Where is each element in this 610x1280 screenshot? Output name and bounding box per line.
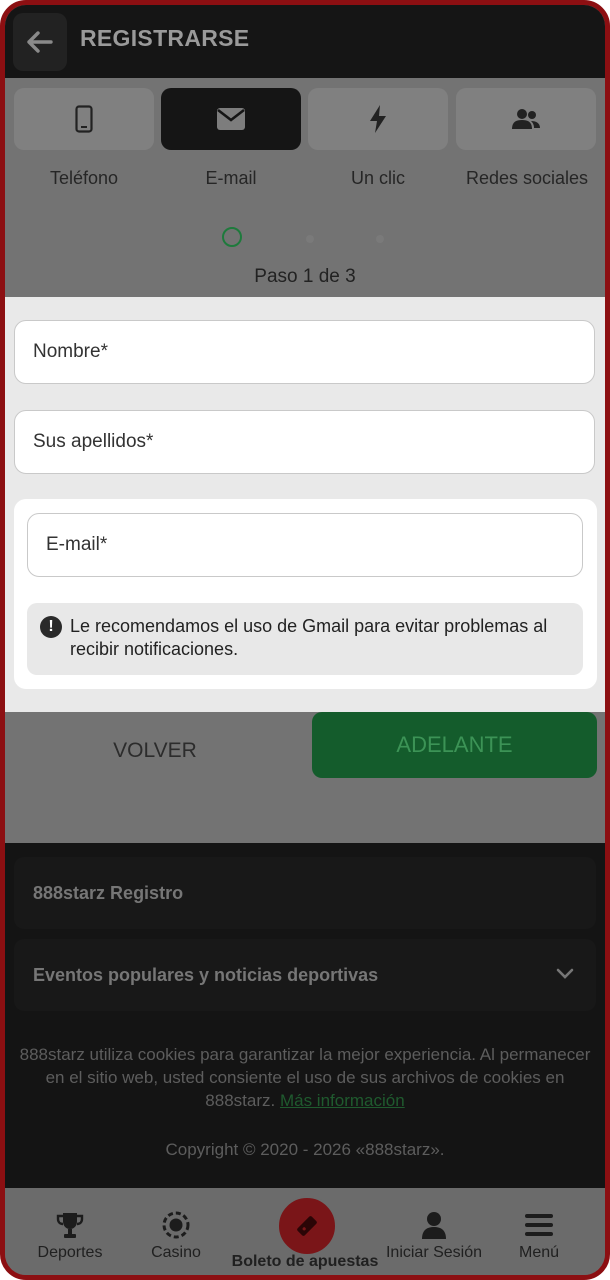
casino-chip-icon [162,1211,190,1239]
nav-casino[interactable]: Casino [141,1188,211,1268]
step-indicator-3 [376,235,384,243]
tab-social[interactable] [456,88,596,150]
page-title: REGISTRARSE [80,25,250,51]
nav-login-label: Iniciar Sesión [385,1244,483,1261]
hamburger-menu-icon [525,1214,553,1236]
last-name-input[interactable] [15,411,594,473]
nav-casino-label: Casino [151,1244,201,1261]
phone-icon [75,105,93,133]
form-buttons-area: VOLVER ADELANTE [5,712,605,843]
registration-form: ! Le recomendamos el uso de Gmail para e… [5,297,605,712]
arrow-left-icon [27,31,53,53]
nav-sports[interactable]: Deportes [27,1188,113,1268]
betslip-button[interactable] [277,1196,337,1256]
chevron-down-icon [556,968,574,979]
nav-sports-label: Deportes [37,1244,103,1261]
adelante-button[interactable]: ADELANTE [312,712,597,778]
volver-button[interactable]: VOLVER [5,712,305,790]
first-name-input[interactable] [15,321,594,383]
first-name-field [14,320,595,384]
more-info-link[interactable]: Más información [280,1091,405,1110]
registro-title: 888starz Registro [33,883,184,903]
trophy-icon [56,1213,84,1238]
user-icon [422,1212,446,1239]
bottom-nav: Deportes Casino Boleto de apuestas Inici… [5,1188,605,1275]
nav-menu-label: Menú [518,1244,560,1261]
ticket-icon [297,1216,317,1236]
phone-frame: REGISTRARSE Teléfono E-mail Un clic Rede… [0,0,610,1280]
registro-section[interactable]: 888starz Registro [14,857,596,929]
step-label: Paso 1 de 3 [254,266,356,287]
header: REGISTRARSE [5,5,605,78]
events-title: Eventos populares y noticias deportivas [33,965,379,985]
email-field [27,513,583,577]
users-icon [512,109,540,129]
nav-betslip-label: Boleto de apuestas [231,1253,379,1270]
tab-label-one-click: Un clic [350,168,405,188]
tab-email[interactable] [161,88,301,150]
gmail-notice-text: Le recomendamos el uso de Gmail para evi… [70,616,548,659]
email-card: ! Le recomendamos el uso de Gmail para e… [14,499,597,689]
tab-label-phone: Teléfono [49,168,119,188]
tab-one-click[interactable] [308,88,448,150]
gmail-notice: ! Le recomendamos el uso de Gmail para e… [27,603,583,675]
tab-label-email: E-mail [205,168,257,188]
nav-menu[interactable]: Menú [511,1188,567,1268]
footer: 888starz Registro Eventos populares y no… [5,843,605,1188]
cookie-notice: 888starz utiliza cookies para garantizar… [15,1043,595,1112]
tab-phone[interactable] [14,88,154,150]
tab-label-social: Redes sociales [465,168,589,188]
copyright: Copyright © 2020 - 2026 «888starz». [165,1140,445,1159]
step-indicator-current [222,227,242,247]
envelope-icon [217,108,245,130]
last-name-field [14,410,595,474]
exclamation-icon: ! [40,616,62,638]
lightning-icon [370,105,386,133]
registration-tabs-area: Teléfono E-mail Un clic Redes sociales P… [5,78,605,297]
nav-login[interactable]: Iniciar Sesión [381,1188,487,1268]
events-accordion[interactable]: Eventos populares y noticias deportivas [14,939,596,1011]
back-arrow-button[interactable] [13,13,67,71]
step-indicator-2 [306,235,314,243]
email-input[interactable] [28,514,582,576]
